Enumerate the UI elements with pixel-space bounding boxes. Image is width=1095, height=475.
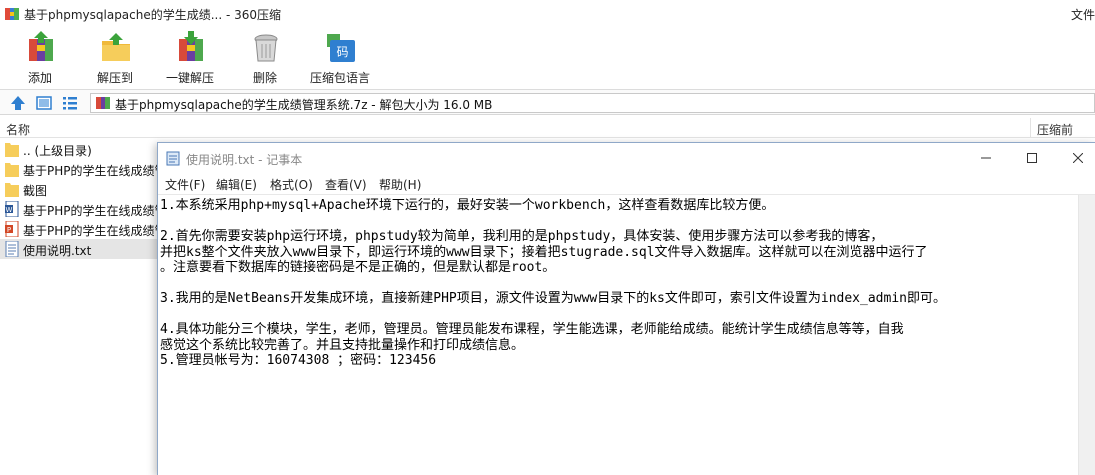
- column-header-name[interactable]: 名称: [6, 121, 30, 138]
- svg-text:码: 码: [336, 45, 348, 59]
- compress-language-button[interactable]: 码 压缩包语言: [308, 28, 372, 88]
- text-line: 5.管理员帐号为：16074308 ；密码：123456: [160, 353, 437, 368]
- list-item[interactable]: W 基于PHP的学生在线成绩管理系统.doc: [0, 199, 160, 219]
- add-button-label: 添加: [27, 71, 52, 85]
- text-line: 4.具体功能分三个模块，学生，老师，管理员。管理员能发布课程，学生能选课，老师能…: [160, 322, 904, 337]
- file-list-header: 名称 压缩前: [0, 118, 1095, 138]
- archive-app-icon: [5, 8, 19, 20]
- folder-icon: [5, 163, 19, 177]
- close-icon: [1073, 153, 1083, 163]
- address-bar: 基于phpmysqlapache的学生成绩管理系统.7z - 解包大小为 16.…: [0, 89, 1095, 115]
- one-click-extract-button-label: 一键解压: [165, 71, 214, 85]
- delete-icon: [254, 34, 278, 62]
- text-line: 并把ks整个文件夹放入www目录下，即运行环境的www目录下；接着把stugra…: [160, 244, 928, 260]
- text-line: 1.本系统采用php+mysql+Apache环境下运行的，最好安装一个work…: [160, 198, 775, 213]
- delete-button-label: 删除: [252, 71, 277, 85]
- notepad-window: 使用说明.txt - 记事本 文件(F) 编辑(E) 格式(O) 查看(V) 帮…: [157, 142, 1095, 475]
- file-name: 使用说明.txt: [23, 244, 92, 258]
- text-line: [160, 214, 1078, 230]
- text-line: [160, 276, 1078, 292]
- minimize-button[interactable]: [963, 143, 1009, 173]
- list-item[interactable]: 使用说明.txt: [0, 239, 160, 259]
- one-click-extract-button[interactable]: 一键解压: [158, 28, 222, 88]
- text-line: 。注意要看下数据库的链接密码是不是正确的，但是默认都是root。: [160, 260, 556, 275]
- text-file-icon: [5, 241, 19, 257]
- maximize-icon: [1027, 153, 1037, 163]
- maximize-button[interactable]: [1009, 143, 1055, 173]
- word-doc-icon: W: [5, 201, 19, 217]
- extract-to-icon: [102, 33, 130, 61]
- menu-edit[interactable]: 编辑(E): [216, 176, 257, 193]
- svg-text:W: W: [6, 206, 13, 214]
- delete-button[interactable]: 删除: [233, 28, 297, 88]
- notepad-editor[interactable]: 1.本系统采用php+mysql+Apache环境下运行的，最好安装一个work…: [158, 194, 1095, 475]
- menu-help[interactable]: 帮助(H): [379, 176, 421, 193]
- close-button[interactable]: [1055, 143, 1095, 173]
- notepad-icon: [166, 151, 180, 166]
- folder-icon: [5, 143, 19, 157]
- list-item[interactable]: 截图: [0, 179, 160, 199]
- archive-titlebar: 基于phpmysqlapache的学生成绩... - 360压缩 文件: [0, 0, 1095, 28]
- list-view-icon[interactable]: [61, 94, 79, 112]
- text-line: [160, 307, 1078, 323]
- extract-to-button-label: 解压到: [96, 71, 133, 85]
- notepad-window-title: 使用说明.txt - 记事本: [186, 153, 303, 167]
- folder-icon: [5, 183, 19, 197]
- text-content[interactable]: 1.本系统采用php+mysql+Apache环境下运行的，最好安装一个work…: [160, 198, 1078, 475]
- address-field[interactable]: 基于phpmysqlapache的学生成绩管理系统.7z - 解包大小为 16.…: [90, 93, 1095, 113]
- vertical-scrollbar[interactable]: [1078, 195, 1095, 475]
- archive-file-icon: [96, 97, 110, 109]
- menu-format[interactable]: 格式(O): [270, 176, 313, 193]
- list-item[interactable]: 基于PHP的学生在线成绩管理系统: [0, 159, 160, 179]
- address-text: 基于phpmysqlapache的学生成绩管理系统.7z - 解包大小为 16.…: [115, 98, 493, 112]
- ppt-icon: P: [5, 221, 19, 237]
- extract-to-button[interactable]: 解压到: [83, 28, 147, 88]
- file-name: 基于PHP的学生在线成绩管理系统.doc: [23, 204, 160, 218]
- compress-language-icon: 码: [327, 34, 355, 62]
- file-name: .. (上级目录): [23, 144, 92, 158]
- notepad-menu-bar: 文件(F) 编辑(E) 格式(O) 查看(V) 帮助(H): [158, 173, 1095, 193]
- archive-menu-file[interactable]: 文件: [1071, 6, 1095, 23]
- up-arrow-icon[interactable]: [9, 94, 27, 112]
- text-line: 2.首先你需要安装php运行环境，phpstudy较为简单，我利用的是phpst…: [160, 229, 884, 244]
- file-name: 基于PHP的学生在线成绩管理系统: [23, 164, 160, 178]
- column-header-packed-size[interactable]: 压缩前: [1030, 118, 1095, 138]
- archive-window-title: 基于phpmysqlapache的学生成绩... - 360压缩: [24, 8, 282, 22]
- svg-text:P: P: [7, 226, 11, 234]
- file-name: 截图: [23, 184, 48, 198]
- compress-language-button-label: 压缩包语言: [309, 71, 370, 85]
- notepad-titlebar: 使用说明.txt - 记事本: [158, 143, 1095, 173]
- file-list: .. (上级目录) 基于PHP的学生在线成绩管理系统 截图 W 基于PHP的学生…: [0, 139, 160, 259]
- menu-file[interactable]: 文件(F): [165, 176, 205, 193]
- list-item[interactable]: .. (上级目录): [0, 139, 160, 159]
- file-name: 基于PHP的学生在线成绩管理系统.ppt: [23, 224, 160, 238]
- add-button[interactable]: 添加: [8, 28, 72, 88]
- view-icon[interactable]: [35, 94, 53, 112]
- text-line: 3.我用的是NetBeans开发集成环境，直接新建PHP项目，源文件设置为www…: [160, 291, 946, 306]
- list-item[interactable]: P 基于PHP的学生在线成绩管理系统.ppt: [0, 219, 160, 239]
- text-line: 感觉这个系统比较完善了。并且支持批量操作和打印成绩信息。: [160, 337, 525, 353]
- one-click-extract-icon: [179, 31, 203, 61]
- menu-view[interactable]: 查看(V): [325, 176, 367, 193]
- archive-toolbar: 添加 解压到 一键解压 删除 码 压缩包语言: [0, 28, 1095, 88]
- add-archive-icon: [29, 31, 53, 61]
- minimize-icon: [981, 157, 991, 159]
